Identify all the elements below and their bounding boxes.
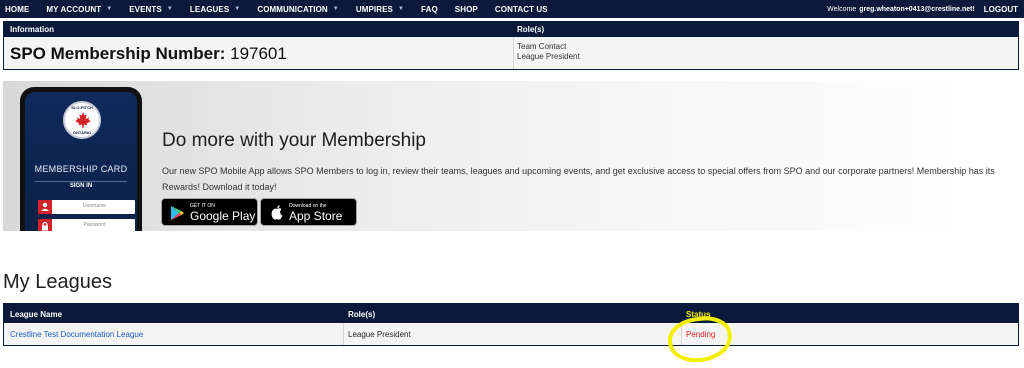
chevron-down-icon: ▼ [398,6,405,12]
nav-item-leagues[interactable]: LEAGUES ▼ [190,5,240,14]
chevron-down-icon: ▼ [332,6,339,12]
membership-number-value: 197601 [230,44,287,63]
google-play-button[interactable]: GET IT ON Google Play [161,198,258,226]
nav-item-faq[interactable]: FAQ [421,5,438,14]
roles-list: Team Contact League President [517,42,580,62]
info-table-header: Information Role(s) [4,22,1018,37]
nav-item-label: LEAGUES [189,4,230,14]
google-play-big-text: Google Play [190,209,256,223]
leagues-table-header: League Name Role(s) Status [4,304,1018,323]
password-field-image: Password [38,219,135,231]
maple-leaf-icon [74,111,92,129]
chevron-down-icon: ▼ [166,6,173,12]
nav-item-label: SHOP [454,4,478,14]
promo-text: Our new SPO Mobile App allows SPO Member… [162,166,995,192]
welcome-user: greg.wheaton+0413@crestline.net! [859,5,975,13]
nav-item-home[interactable]: HOME [5,5,29,14]
nav-menu: HOME MY ACCOUNT ▼ EVENTS ▼ LEAGUES ▼ COMMUN… [5,0,565,18]
phone-mockup: SLO-PITCH ONTARIO MEMBERSHIP CARD SIGN I… [20,87,142,231]
membership-card-title: MEMBERSHIP CARD [34,164,128,174]
divider [513,37,514,69]
nav-item-label: UMPIRES [355,4,393,14]
header-roles: Role(s) [348,310,376,319]
nav-item-communication[interactable]: COMMUNICATION ▼ [257,5,339,14]
nav-item-label: EVENTS [129,4,162,14]
nav-item-label: COMMUNICATION [257,4,328,14]
nav-item-label: HOME [5,4,30,14]
app-store-button[interactable]: Download on the App Store [260,198,357,226]
lock-icon [38,219,52,231]
app-store-big-text: App Store [289,209,343,223]
divider [343,323,344,345]
user-icon [38,200,52,214]
membership-number: SPO Membership Number: 197601 [10,44,287,64]
membership-number-label: SPO Membership Number: [10,44,226,63]
header-league-name: League Name [10,310,63,319]
apple-icon [271,205,283,220]
nav-item-label: MY ACCOUNT [46,4,102,14]
my-leagues-table: League Name Role(s) Status Crestline Tes… [3,303,1019,346]
signin-label: SIGN IN [69,183,93,189]
logo-text-top: SLO-PITCH [71,105,93,110]
app-promo-banner: SLO-PITCH ONTARIO MEMBERSHIP CARD SIGN I… [3,81,1019,231]
chevron-down-icon: ▼ [106,6,113,12]
google-play-icon [171,206,184,220]
phone-screen: SLO-PITCH ONTARIO MEMBERSHIP CARD SIGN I… [25,92,137,231]
info-header-information: Information [10,25,54,34]
nav-item-my-account[interactable]: MY ACCOUNT ▼ [46,5,112,14]
logo-text-bottom: ONTARIO [72,130,92,135]
user-area: Welcome greg.wheaton+0413@crestline.net!… [827,0,1018,18]
nav-item-events[interactable]: EVENTS ▼ [129,5,173,14]
nav-item-label: FAQ [421,4,438,14]
nav-item-umpires[interactable]: UMPIRES ▼ [356,5,404,14]
promo-title: Do more with your Membership [162,130,426,151]
spo-logo: SLO-PITCH ONTARIO [63,101,101,139]
nav-item-shop[interactable]: SHOP [455,5,478,14]
nav-item-label: CONTACT US [494,4,548,14]
league-name-link[interactable]: Crestline Test Documentation League [10,330,143,339]
nav-item-contact-us[interactable]: CONTACT US [495,5,548,14]
role-item: Team Contact [517,42,567,51]
role-item: League President [517,52,580,61]
my-leagues-title: My Leagues [3,271,112,293]
info-header-roles: Role(s) [517,25,545,34]
welcome-prefix: Welcome [827,5,857,13]
membership-info-table: Information Role(s) SPO Membership Numbe… [3,21,1019,70]
username-placeholder: Username [82,203,107,209]
info-table-row: SPO Membership Number: 197601 Team Conta… [4,37,1018,69]
logout-link[interactable]: LOGOUT [984,5,1018,14]
table-row: Crestline Test Documentation League Leag… [4,323,1018,345]
league-role: League President [348,330,411,339]
top-nav: HOME MY ACCOUNT ▼ EVENTS ▼ LEAGUES ▼ COMMUN… [0,0,1024,18]
username-field-image: Username [38,200,135,214]
password-placeholder: Password [83,222,106,228]
chevron-down-icon: ▼ [234,6,241,12]
